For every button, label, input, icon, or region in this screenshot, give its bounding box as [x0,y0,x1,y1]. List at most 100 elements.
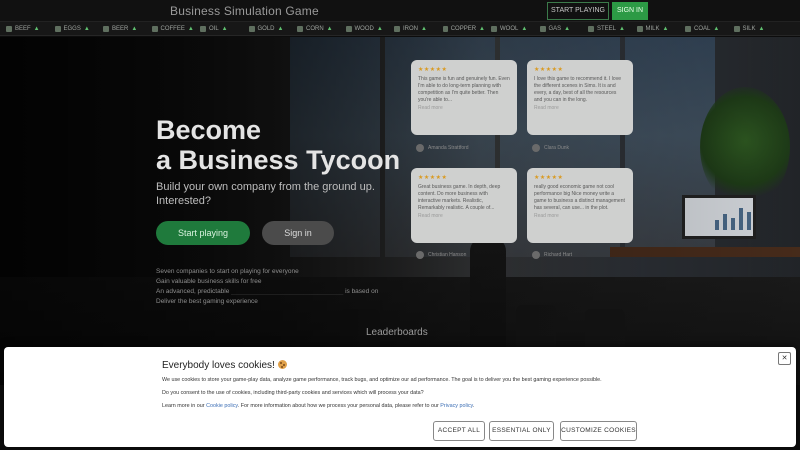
commodity-icon [200,25,206,32]
trend-up-icon: ▲ [662,25,669,32]
ticker-label: OIL [209,25,219,32]
trend-up-icon: ▲ [713,25,720,32]
review-text: This game is fun and genuinely fun. Even… [418,76,510,103]
review-author: Clara Dunk [532,144,569,152]
trend-up-icon: ▲ [187,25,194,32]
feature-item: Seven companies to start on playing for … [156,268,299,275]
feature-list: Seven companies to start on playing for … [156,267,378,307]
avatar [532,251,540,259]
read-more-link[interactable]: Read more [418,213,510,219]
cookie-title: Everybody loves cookies! [162,360,287,371]
review-card[interactable]: ★★★★★ This game is fun and genuinely fun… [411,60,517,135]
ticker-item[interactable]: EGGS ▲ [49,25,98,32]
trend-up-icon: ▲ [33,25,40,32]
cookie-text-consent: Do you consent to the use of cookies, in… [162,390,424,396]
review-text: I love this game to recommend it. I love… [534,76,621,103]
trend-up-icon: ▲ [376,25,383,32]
read-more-link[interactable]: Read more [418,105,510,111]
ticker-label: BEER [112,25,129,32]
leaderboards-heading: Leaderboards [366,327,428,338]
feature-item: Deliver the best gaming experience [156,298,258,305]
trend-up-icon: ▲ [619,25,625,32]
hero-headline: Become a Business Tycoon [156,115,400,175]
sign-in-hero-button[interactable]: Sign in [262,221,334,245]
ticker-label: GAS [548,25,562,32]
cookie-icon [277,360,287,369]
hero-subline: Build your own company from the ground u… [156,181,375,207]
ticker-label: COFFEE [160,25,185,32]
sign-in-button[interactable]: SIGN IN [612,2,648,20]
ticker-item[interactable]: WOOL ▲ [485,25,534,32]
ticker-item[interactable]: STEEL ▲ [582,25,631,32]
commodity-icon [685,25,691,32]
privacy-policy-link[interactable]: Privacy policy [440,403,473,409]
commodity-icon [394,25,400,32]
ticker-item[interactable]: COFFEE ▲ [146,25,195,32]
commodity-icon [588,25,594,32]
trend-up-icon: ▲ [521,25,528,32]
trend-up-icon: ▲ [421,25,427,32]
feature-item: An advanced, predictable _______________… [156,288,379,295]
commodity-icon [297,25,303,32]
commodity-icon [151,25,158,32]
read-more-link[interactable]: Read more [534,105,626,111]
commodity-icon [54,25,61,32]
review-card[interactable]: ★★★★★ really good economic game not cool… [527,168,633,243]
ticker-label: COPPER [450,25,477,32]
ticker-label: WOOL [500,25,519,32]
ticker-item[interactable]: COAL ▲ [679,25,728,32]
cookie-consent-banner: Everybody loves cookies! We use cookies … [4,347,796,447]
commodity-icon [6,25,12,32]
review-card[interactable]: ★★★★★ I love this game to recommend it. … [527,60,633,135]
top-navbar: Business Simulation Game START PLAYING S… [0,0,800,22]
commodity-icon [539,25,546,32]
ticker-item[interactable]: CORN ▲ [291,25,340,32]
commodity-icon [636,25,643,32]
ticker-item[interactable]: BEER ▲ [97,25,146,32]
hero-section: Become a Business Tycoon Build your own … [0,37,800,385]
cookie-text-learn-more: Learn more in our Cookie policy. For mor… [162,403,475,409]
trend-up-icon: ▲ [131,25,138,32]
review-text: Great business game. In depth, deep cont… [418,184,501,211]
commodity-icon [103,25,109,32]
ticker-label: MILK [645,25,660,32]
ticker-item[interactable]: GAS ▲ [534,25,583,32]
cookie-policy-link[interactable]: Cookie policy [206,403,238,409]
ticker-item[interactable]: COPPER ▲ [437,25,485,32]
review-text: really good economic game not cool perfo… [534,184,625,211]
trend-up-icon: ▲ [83,25,90,32]
start-playing-button[interactable]: START PLAYING [547,2,609,20]
review-author: Christian Hanson [416,251,466,259]
ticker-item[interactable]: GOLD ▲ [243,25,292,32]
close-icon[interactable]: ✕ [778,352,791,365]
commodity-icon [442,25,448,32]
feature-item: Gain valuable business skills for free [156,278,262,285]
ticker-item[interactable]: OIL ▲ [194,25,243,32]
ticker-item[interactable]: IRON ▲ [388,25,437,32]
brand-title[interactable]: Business Simulation Game [170,4,319,18]
ticker-item[interactable]: BEEF ▲ [0,25,49,32]
review-author: Richard Hart [532,251,572,259]
review-card[interactable]: ★★★★★ Great business game. In depth, dee… [411,168,517,243]
rating-stars-icon: ★★★★★ [418,67,448,73]
avatar [532,144,540,152]
trend-up-icon: ▲ [221,25,228,32]
trend-up-icon: ▲ [277,25,284,32]
ticker-label: WOOD [354,25,374,32]
trend-up-icon: ▲ [758,25,765,32]
ticker-label: IRON [403,25,418,32]
essential-only-button[interactable]: ESSENTIAL ONLY [489,421,554,441]
cookie-text-usage: We use cookies to store your game-play d… [162,377,602,383]
ticker-label: SILK [742,25,756,32]
ticker-item[interactable]: WOOD ▲ [340,25,389,32]
ticker-label: BEEF [15,25,31,32]
customize-cookies-button[interactable]: CUSTOMIZE COOKIES [560,421,637,441]
accept-all-button[interactable]: ACCEPT ALL [433,421,485,441]
trend-up-icon: ▲ [564,25,571,32]
commodity-icon [733,25,740,32]
ticker-item[interactable]: MILK ▲ [631,25,680,32]
start-playing-hero-button[interactable]: Start playing [156,221,250,245]
ticker-item[interactable]: SILK ▲ [728,25,777,32]
rating-stars-icon: ★★★★★ [534,175,564,181]
read-more-link[interactable]: Read more [534,213,626,219]
